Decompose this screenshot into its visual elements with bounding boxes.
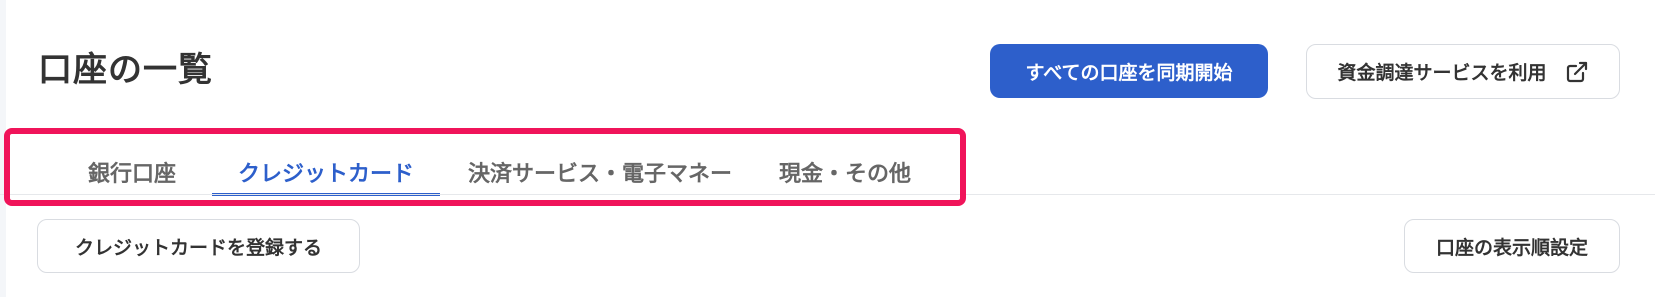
left-edge-strip [0, 0, 6, 297]
tab-credit-cards[interactable]: クレジットカード [212, 146, 440, 196]
display-order-settings-button[interactable]: 口座の表示順設定 [1404, 219, 1620, 273]
account-type-tabs: 銀行口座 クレジットカード 決済サービス・電子マネー 現金・その他 [52, 146, 930, 196]
fund-service-label: 資金調達サービスを利用 [1337, 62, 1547, 84]
tabs-divider [0, 194, 1655, 195]
tab-bank-accounts[interactable]: 銀行口座 [52, 146, 212, 196]
page-title: 口座の一覧 [38, 50, 213, 90]
tab-cash-other[interactable]: 現金・その他 [760, 146, 930, 196]
register-credit-card-button[interactable]: クレジットカードを登録する [37, 219, 360, 273]
external-link-icon [1566, 61, 1587, 82]
sync-all-accounts-button[interactable]: すべての口座を同期開始 [990, 44, 1268, 98]
tab-payment-services[interactable]: 決済サービス・電子マネー [440, 146, 760, 196]
fund-service-button[interactable]: 資金調達サービスを利用 [1306, 44, 1620, 99]
accounts-page: 口座の一覧 すべての口座を同期開始 資金調達サービスを利用 銀行口座 クレジット… [0, 0, 1655, 297]
